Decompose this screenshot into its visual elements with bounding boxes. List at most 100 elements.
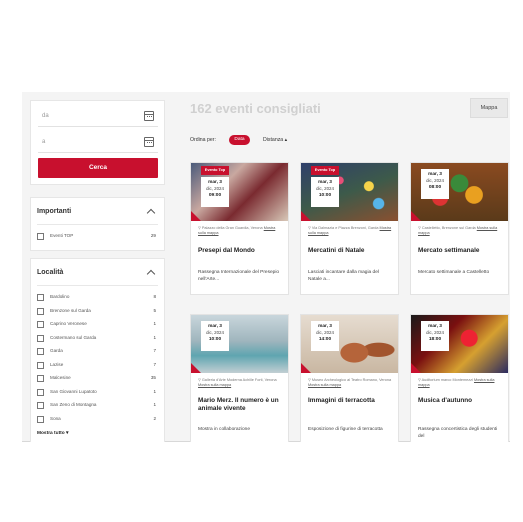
filter-option-count: 1: [153, 388, 156, 394]
event-day: mar, 3: [428, 172, 442, 177]
filter-option-count: 29: [150, 233, 156, 238]
checkbox[interactable]: [37, 348, 44, 355]
filter-option-count: 7: [153, 348, 156, 353]
checkbox[interactable]: [37, 415, 44, 423]
event-card[interactable]: mar, 3 dic, 2024 08:00 ⚲ Castelletto, Br…: [410, 162, 509, 295]
event-title[interactable]: Presepi dal Mondo: [198, 247, 283, 255]
top-event-badge: Evento Top: [311, 166, 339, 175]
event-title[interactable]: Mercatini di Natale: [308, 247, 393, 255]
date-badge: mar, 3 dic, 2024 14:00: [311, 321, 339, 351]
checkbox[interactable]: [37, 388, 44, 396]
sort-date-button[interactable]: Data: [229, 135, 250, 145]
event-title[interactable]: Mario Merz. Il numero è un animale viven…: [198, 397, 283, 413]
checkbox[interactable]: [37, 307, 44, 315]
sort-distance-button[interactable]: Distanza ▴: [263, 137, 287, 143]
date-to-field[interactable]: a: [38, 133, 158, 153]
event-day: mar, 3: [208, 180, 222, 185]
corner-accent: [191, 211, 201, 221]
filter-option-label: Caprino Veronese: [50, 321, 87, 326]
event-day: mar, 3: [318, 324, 332, 329]
map-link[interactable]: Mostra sulla mappa: [198, 383, 231, 387]
checkbox[interactable]: [37, 294, 44, 301]
date-badge: mar, 3 dic, 2024 18:00: [421, 321, 449, 351]
chevron-up-icon[interactable]: [146, 269, 156, 279]
checkbox[interactable]: [37, 375, 44, 382]
event-time: 08:00: [428, 185, 442, 190]
location-text: Via Dalmazia e Piazza Brenzoni, Garda: [311, 226, 379, 230]
date-badge: mar, 3 dic, 2024 09:00: [201, 177, 229, 207]
filter-option[interactable]: Lazise 7: [37, 361, 156, 373]
event-day: mar, 3: [318, 180, 332, 185]
filter-option[interactable]: Sona 2: [37, 415, 156, 427]
event-card[interactable]: mar, 3 dic, 2024 18:00 ⚲ Auditorium marc…: [410, 314, 509, 442]
event-title[interactable]: Musica d'autunno: [418, 397, 503, 405]
show-all-link[interactable]: Mostra tutto ▾: [37, 431, 68, 436]
event-month: dic, 2024: [206, 330, 224, 335]
calendar-icon[interactable]: [144, 137, 154, 147]
event-time: 10:00: [318, 193, 332, 198]
event-day: mar, 3: [208, 324, 222, 329]
filter-option[interactable]: San Zeno di Montagna 1: [37, 401, 156, 413]
corner-accent: [411, 363, 421, 373]
filter-option[interactable]: Garda 7: [37, 347, 156, 359]
event-description: Esposizione di figurine di terracotta: [308, 427, 383, 432]
event-card[interactable]: Evento Top mar, 3 dic, 2024 10:00 ⚲ Via …: [300, 162, 399, 295]
event-description: Rassegna Internazionale del Presepio nel…: [198, 270, 280, 282]
filter-importanti: Importanti Eventi TOP 29: [30, 197, 165, 251]
results-count-title: 162 eventi consigliati: [190, 101, 321, 116]
event-card[interactable]: mar, 3 dic, 2024 14:00 ⚲ Museo Archeolog…: [300, 314, 399, 442]
filter-option[interactable]: Malcesine 35: [37, 374, 156, 386]
filter-option-count: 5: [153, 307, 156, 313]
checkbox[interactable]: [37, 334, 44, 342]
event-location: ⚲ Via Dalmazia e Piazza Brenzoni, Garda …: [308, 226, 393, 236]
filter-option-count: 2: [153, 415, 156, 421]
filter-option-count: 1: [153, 321, 156, 326]
chevron-up-icon[interactable]: [146, 208, 156, 218]
search-button[interactable]: Cerca: [38, 158, 158, 178]
filter-option-label: San Zeno di Montagna: [50, 402, 97, 407]
event-month: dic, 2024: [316, 186, 334, 191]
calendar-icon[interactable]: [144, 111, 154, 121]
date-to-placeholder: a: [42, 139, 46, 145]
location-text: Museo Archeologico al Teatro Romano, Ver…: [311, 378, 392, 382]
event-month: dic, 2024: [426, 178, 444, 183]
date-search-panel: da a Cerca: [30, 100, 165, 185]
event-time: 14:00: [318, 337, 332, 342]
filter-option-label: San Giovanni Lupatoto: [50, 388, 97, 394]
map-link[interactable]: Mostra sulla mappa: [308, 383, 341, 387]
checkbox[interactable]: [37, 361, 44, 369]
filter-title: Importanti: [37, 208, 72, 215]
event-title[interactable]: Mercato settimanale: [418, 247, 503, 255]
event-card[interactable]: mar, 3 dic, 2024 10:00 ⚲ Galleria d'Arte…: [190, 314, 289, 442]
filter-option[interactable]: Eventi TOP 29: [37, 232, 156, 244]
date-badge: mar, 3 dic, 2024 10:00: [311, 177, 339, 207]
filter-option-count: 1: [153, 334, 156, 340]
location-text: Auditorium marco Montemezzi: [421, 378, 473, 382]
event-title[interactable]: Immagini di terracotta: [308, 397, 393, 405]
filter-option-count: 7: [153, 361, 156, 367]
event-month: dic, 2024: [426, 330, 444, 335]
top-event-badge: Evento Top: [201, 166, 229, 175]
filter-option-label: Bardolino: [50, 294, 70, 299]
filter-option-label: Malcesine: [50, 375, 71, 380]
filter-option-label: Brenzone sul Garda: [50, 307, 91, 313]
filter-option[interactable]: Costermano sul Garda 1: [37, 334, 156, 346]
corner-accent: [191, 363, 201, 373]
filter-option[interactable]: San Giovanni Lupatoto 1: [37, 388, 156, 400]
location-text: Castelletto, Brenzone sul Garda: [421, 226, 476, 230]
checkbox[interactable]: [37, 321, 44, 328]
event-location: ⚲ Galleria d'Arte Moderna Achille Forti,…: [198, 378, 283, 388]
filter-option[interactable]: Caprino Veronese 1: [37, 320, 156, 332]
filter-option[interactable]: Bardolino 8: [37, 293, 156, 305]
date-from-field[interactable]: da: [38, 107, 158, 127]
filter-localita: Località Bardolino 8 Brenzone sul Garda 5 …: [30, 258, 165, 442]
filter-option-label: Costermano sul Garda: [50, 334, 97, 340]
map-button[interactable]: Mappa: [470, 98, 508, 118]
event-location: ⚲ Palazzo della Gran Guardia, Verona Mos…: [198, 226, 283, 236]
event-card[interactable]: Evento Top mar, 3 dic, 2024 09:00 ⚲ Pala…: [190, 162, 289, 295]
event-time: 18:00: [428, 337, 442, 342]
filter-option[interactable]: Brenzone sul Garda 5: [37, 307, 156, 319]
checkbox[interactable]: [37, 233, 44, 240]
checkbox[interactable]: [37, 402, 44, 409]
corner-accent: [411, 211, 421, 221]
